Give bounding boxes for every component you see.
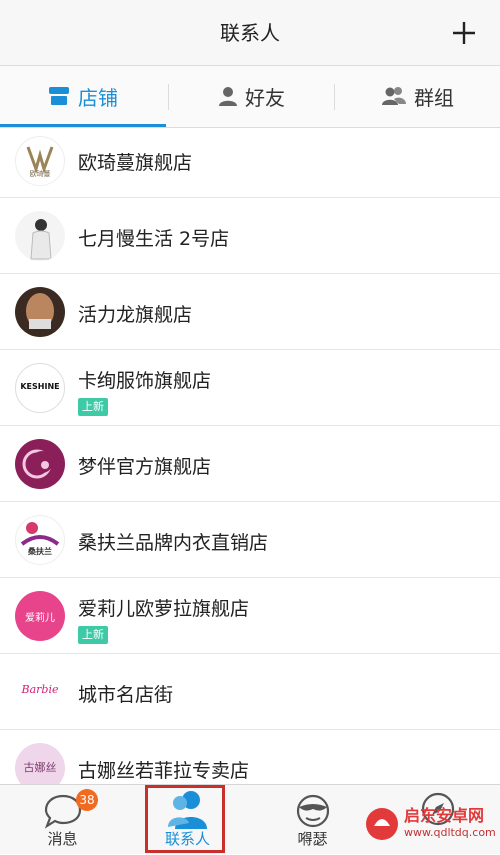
store-avatar [15,287,65,337]
watermark-text: 启东安卓网 [404,806,485,825]
new-badge: 上新 [78,626,108,644]
store-avatar: KESHINE [15,363,65,413]
watermark: 启东安卓网 www.qdltdq.com [364,802,496,846]
nav-contacts[interactable]: 联系人 [125,785,250,855]
store-list: 欧琦蔓 欧琦蔓旗舰店 七月慢生活 2号店 活力龙旗舰店 KESHINE 卡绚服饰… [0,128,500,784]
store-name: 城市名店街 [78,684,174,706]
page-title: 联系人 [220,21,280,45]
group-icon [382,87,406,105]
store-avatar: 古娜丝 [15,743,65,784]
nav-label: 联系人 [164,830,210,848]
plus-icon[interactable] [450,19,478,47]
tab-divider [168,84,169,110]
list-item[interactable]: 桑扶兰 桑扶兰品牌内衣直销店 [0,502,500,578]
watermark-logo-icon [366,808,398,840]
list-item[interactable]: 七月慢生活 2号店 [0,198,500,274]
list-item[interactable]: 古娜丝 古娜丝若菲拉专卖店 [0,730,500,784]
bottom-nav: 38 消息 联系人 嘚瑟 启东安卓网 www.qdltdq.com [0,784,500,854]
list-item[interactable]: 活力龙旗舰店 [0,274,500,350]
avatar-text: 古娜丝 [23,761,57,774]
tab-friends[interactable]: 好友 [170,66,334,126]
contacts-icon [167,791,207,829]
nav-show-off[interactable]: 嘚瑟 [250,785,375,855]
list-item[interactable]: 梦伴官方旗舰店 [0,426,500,502]
list-item[interactable]: KESHINE 卡绚服饰旗舰店 上新 [0,350,500,426]
nav-label: 嘚瑟 [297,830,328,848]
store-name: 卡绚服饰旗舰店 [78,370,212,392]
tab-label: 群组 [414,85,454,110]
store-name: 古娜丝若菲拉专卖店 [78,760,250,782]
store-name: 爱莉儿欧萝拉旗舰店 [78,598,250,620]
list-item[interactable]: 爱莉儿 爱莉儿欧萝拉旗舰店 上新 [0,578,500,654]
avatar-text: KESHINE [20,382,60,391]
unread-badge: 38 [76,789,98,811]
list-item[interactable]: 欧琦蔓 欧琦蔓旗舰店 [0,128,500,198]
avatar-text: Barbie [21,683,59,696]
avatar-text: 桑扶兰 [28,547,52,556]
new-badge: 上新 [78,398,108,416]
store-name: 欧琦蔓旗舰店 [78,152,193,174]
nav-messages[interactable]: 38 消息 [0,785,125,855]
store-avatar [15,211,65,261]
tab-label: 店铺 [78,85,118,110]
store-avatar: 爱莉儿 [15,591,65,641]
store-avatar: 桑扶兰 [15,515,65,565]
face-icon [296,794,329,828]
list-item[interactable]: Barbie 城市名店街 [0,654,500,730]
tab-stores[interactable]: 店铺 [0,66,166,127]
tab-label: 好友 [245,85,285,110]
avatar-text: 欧琦蔓 [29,170,51,178]
store-avatar: 欧琦蔓 [15,136,65,186]
store-name: 活力龙旗舰店 [78,304,193,326]
store-name: 桑扶兰品牌内衣直销店 [78,532,269,554]
store-icon [49,87,69,105]
person-icon [219,87,237,106]
store-name: 七月慢生活 2号店 [78,228,230,250]
top-bar: 联系人 [0,0,500,66]
store-avatar [15,439,65,489]
avatar-text: 爱莉儿 [25,613,55,624]
tab-bar: 店铺 好友 群组 [0,66,500,128]
store-name: 梦伴官方旗舰店 [78,456,212,478]
nav-label: 消息 [47,830,78,848]
watermark-url: www.qdltdq.com [404,826,496,839]
store-avatar: Barbie [15,667,65,717]
tab-divider [334,84,335,110]
tab-groups[interactable]: 群组 [336,66,500,126]
